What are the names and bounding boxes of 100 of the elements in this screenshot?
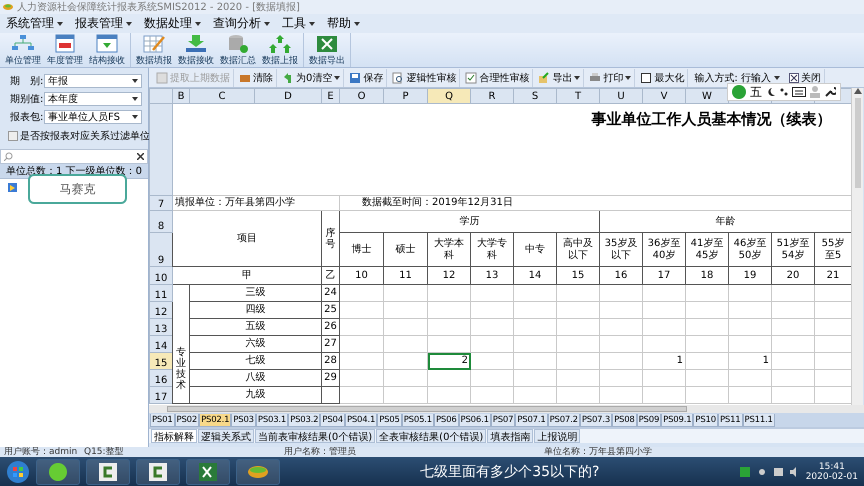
table-cell: 四级 (190, 302, 322, 318)
toolbar-button[interactable]: 导出 (535, 68, 584, 86)
row-header[interactable]: 17 (150, 386, 172, 404)
table-cell: 29 (322, 370, 340, 386)
sheet-tab[interactable]: PS07 (490, 414, 516, 426)
column-header[interactable]: U (600, 88, 642, 104)
table-cell: 27 (322, 336, 340, 352)
column-header[interactable]: P (384, 88, 428, 104)
column-header[interactable]: V (642, 88, 686, 104)
sheet-tab[interactable]: PS06 (434, 414, 459, 426)
window-title: 人力资源社会保障统计报表系统SMIS2012 - 2020 - [数据填报] (17, 0, 300, 14)
toolbar-button[interactable]: 保存 (346, 68, 388, 86)
toolbar-button[interactable]: 结构接收 (87, 33, 127, 67)
row-header[interactable]: 14 (150, 336, 172, 352)
column-header[interactable]: O (340, 88, 384, 104)
column-header[interactable]: T (556, 88, 600, 104)
input-mode-dropdown[interactable]: 行输入 (740, 70, 771, 84)
column-header[interactable]: R (470, 88, 514, 104)
sheet-tab[interactable]: PS10 (693, 414, 718, 426)
row-header[interactable]: 8 (150, 210, 172, 232)
sheet-tab[interactable]: PS04 (320, 414, 345, 426)
sheet-tab[interactable]: PS03.2 (288, 414, 320, 426)
table-cell: 三级 (190, 284, 322, 302)
toolbar-button[interactable]: 数据上报 (260, 33, 300, 67)
toolbar-button[interactable]: 数据导出 (307, 33, 347, 67)
sheet-tab[interactable]: PS03 (231, 414, 256, 426)
sheet-tab[interactable]: PS08 (612, 414, 637, 426)
menu-item[interactable]: 系统管理 (6, 15, 63, 32)
toolbar-button[interactable]: 数据接收 (176, 33, 216, 67)
sheet-tab[interactable]: PS02.1 (199, 414, 232, 426)
column-header[interactable]: C (190, 88, 254, 104)
menu-item[interactable]: 查询分析 (213, 15, 270, 32)
dropdown[interactable]: 年报 (44, 74, 142, 88)
dropdown[interactable]: 事业单位人员FS (44, 110, 142, 124)
toolbar-button[interactable]: 年度管理 (45, 33, 85, 67)
sheet-tab[interactable]: PS05 (377, 414, 402, 426)
row-header[interactable]: 16 (150, 370, 172, 386)
sheet-tab[interactable]: PS07.1 (515, 414, 548, 426)
panel-tab[interactable]: 填表指南 (487, 429, 534, 443)
panel-tab[interactable]: 当前表审核结果(0个错误) (255, 429, 376, 443)
ime-toolbar[interactable]: 五 (727, 83, 841, 101)
reporting-unit: 填报单位：万年县第四小学 (175, 197, 295, 208)
menu-item[interactable]: 帮助 (327, 15, 360, 32)
panel-tab[interactable]: 逻辑关系式 (198, 429, 254, 443)
sheet-tab[interactable]: PS07.2 (548, 414, 580, 426)
toolbar-button[interactable]: 数据填报 (134, 33, 174, 67)
sheet-tab[interactable]: PS01 (150, 414, 175, 426)
table-cell[interactable]: 1 (642, 352, 686, 370)
menu-item[interactable]: 报表管理 (75, 15, 132, 32)
panel-tab[interactable]: 全表审核结果(0个错误) (376, 429, 486, 443)
row-header[interactable]: 13 (150, 318, 172, 336)
table-cell: 17 (642, 266, 686, 284)
ime-mode[interactable]: 五 (750, 84, 762, 100)
sheet-tab[interactable]: PS04.1 (344, 414, 378, 426)
toolbar-button[interactable]: 最大化 (637, 68, 688, 86)
row-header[interactable]: 9 (150, 232, 172, 266)
column-header[interactable]: E (322, 88, 340, 104)
panel-tab[interactable]: 指标解释 (151, 429, 197, 443)
sheet-tab[interactable]: PS02 (174, 414, 200, 426)
sheet-tab[interactable]: PS07.3 (580, 414, 612, 426)
menu-item[interactable]: 工具 (282, 15, 315, 32)
sheet-tab[interactable]: PS05.1 (402, 414, 434, 426)
menu-item[interactable]: 数据处理 (144, 15, 201, 32)
sheet-tab[interactable]: PS09 (636, 414, 662, 426)
dropdown[interactable]: 本年度 (44, 92, 142, 106)
toolbar-button[interactable]: 数据汇总 (218, 33, 258, 67)
column-header[interactable]: D (254, 88, 322, 104)
table-cell[interactable]: 2 (428, 352, 470, 370)
column-header[interactable]: S (514, 88, 556, 104)
toolbar-button[interactable]: 为0清空 (279, 68, 344, 86)
sheet-tab[interactable]: PS11.1 (742, 414, 775, 426)
row-header[interactable]: 7 (150, 196, 172, 210)
table-cell: 13 (470, 266, 514, 284)
toolbar-button[interactable]: 逻辑性审核 (389, 68, 460, 86)
toolbar-button[interactable]: 清除 (236, 68, 277, 86)
sheet-tab[interactable]: PS11 (718, 414, 743, 426)
column-header[interactable]: B (172, 88, 190, 104)
column-header[interactable]: W (686, 88, 728, 104)
toolbar-button[interactable]: 单位管理 (3, 33, 43, 67)
toolbar-button[interactable]: 合理性审核 (462, 68, 534, 86)
table-header: 项目 (172, 210, 322, 266)
row-header[interactable]: 10 (150, 266, 172, 284)
sheet-tab[interactable]: PS03.1 (256, 414, 288, 426)
table-header: 高中及以下 (556, 232, 600, 266)
row-header[interactable]: 12 (150, 302, 172, 318)
table-header: 41岁至45岁 (686, 232, 728, 266)
row-header[interactable]: 11 (150, 284, 172, 302)
table-header: 学历 (340, 210, 600, 232)
clock[interactable]: 15:41 2020-02-01 (806, 462, 858, 482)
toolbar-button[interactable]: 打印 (586, 68, 636, 86)
input-mode-label: 输入方式: (694, 72, 738, 84)
table-header: 中专 (514, 232, 556, 266)
table-cell[interactable]: 1 (728, 352, 772, 370)
field-label: 报表包: (10, 110, 42, 124)
row-header[interactable]: 15 (150, 352, 172, 370)
sheet-tab[interactable]: PS09.1 (661, 414, 694, 426)
table-cell: 20 (772, 266, 814, 284)
sheet-tab[interactable]: PS06.1 (458, 414, 491, 426)
panel-tab[interactable]: 上报说明 (534, 429, 580, 443)
column-header[interactable]: Q (428, 88, 470, 104)
